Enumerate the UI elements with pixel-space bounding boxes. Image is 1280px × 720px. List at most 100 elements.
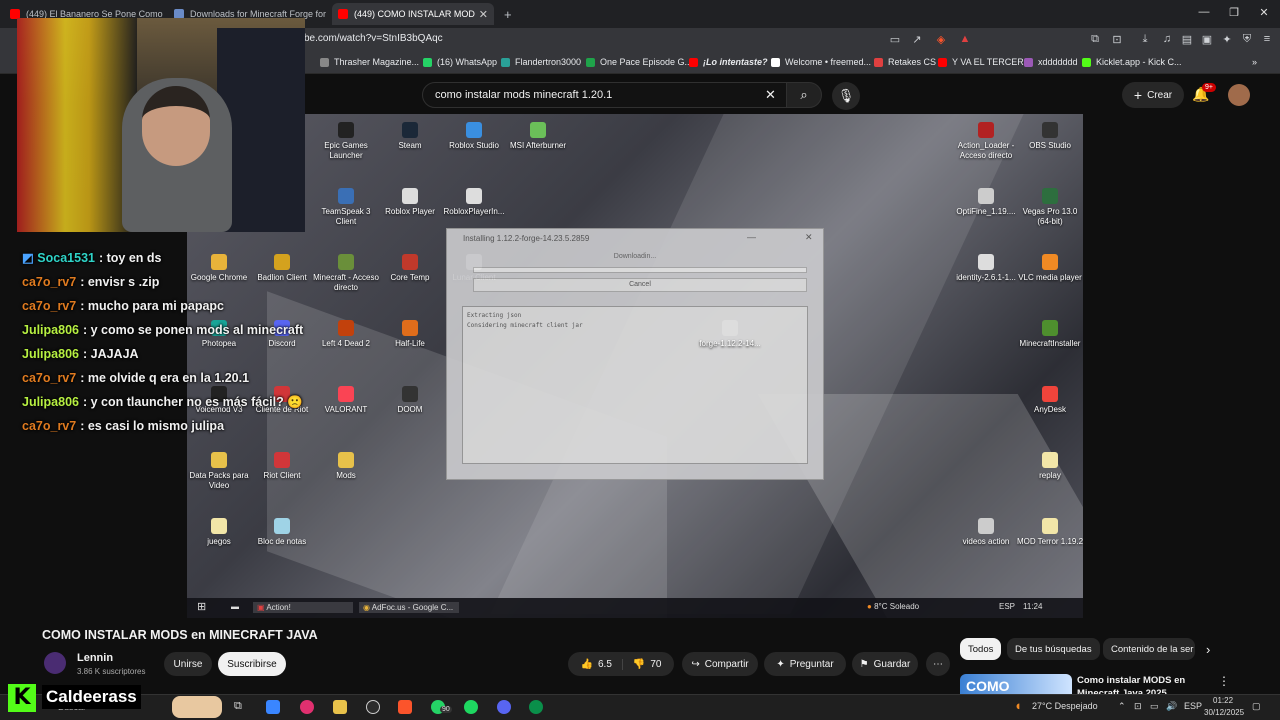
more-actions-icon[interactable]: ⋯ xyxy=(926,652,950,676)
file-explorer-icon[interactable] xyxy=(333,700,347,714)
app-icon[interactable] xyxy=(300,700,314,714)
clock-date[interactable]: 30/12/2025 xyxy=(1204,708,1244,717)
dislike-count: 70 xyxy=(650,658,662,670)
start-icon: ⊞ xyxy=(197,601,207,613)
subscribe-button[interactable]: Suscribirse xyxy=(218,652,286,676)
kebab-menu-icon[interactable]: ⋮ xyxy=(1218,674,1230,688)
join-button[interactable]: Unirse xyxy=(164,652,212,676)
chat-text: : envisr s .zip xyxy=(80,275,160,289)
show-hidden-icons[interactable]: ⌃ xyxy=(1118,701,1126,712)
discord-icon[interactable] xyxy=(497,700,511,714)
spotify-icon[interactable] xyxy=(464,700,478,714)
chat-text: : JAJAJA xyxy=(82,347,139,361)
dialog-close-icon: ✕ xyxy=(805,232,813,242)
share-page-icon[interactable]: ↗ xyxy=(910,33,924,46)
leo-ai-icon[interactable]: ✦ xyxy=(1220,33,1234,46)
search-input[interactable]: como instalar mods minecraft 1.20.1 ✕ xyxy=(422,82,794,108)
dislike-button[interactable]: 👎 70 xyxy=(623,659,662,670)
app-shortcut-icon xyxy=(274,452,290,468)
app-icon[interactable] xyxy=(366,700,380,714)
ask-label: Preguntar xyxy=(789,658,834,670)
brave-rewards-icon[interactable]: ▲ xyxy=(958,33,972,45)
notifications-icon[interactable]: ▢ xyxy=(1252,701,1261,712)
menu-icon[interactable]: ≡ xyxy=(1260,33,1274,45)
bookmark-item[interactable]: Retakes CS xyxy=(874,57,936,67)
chip-from-searches[interactable]: De tus búsquedas xyxy=(1007,638,1100,660)
new-tab-button[interactable]: + xyxy=(498,3,514,25)
network-icon[interactable]: ▭ xyxy=(1150,701,1159,712)
volume-icon[interactable]: 🔊 xyxy=(1166,701,1177,712)
desktop-icon-label: MSI Afterburner xyxy=(509,141,567,150)
app-shortcut-icon xyxy=(338,254,354,270)
chat-message: ca7o_rv7: me olvide q era en la 1.20.1 xyxy=(22,366,322,390)
store-icon[interactable] xyxy=(266,700,280,714)
url-field[interactable]: be.com/watch?v=StnIB3bQAqc xyxy=(304,33,443,44)
brave-browser-icon[interactable] xyxy=(398,700,412,714)
minimize-icon[interactable]: — xyxy=(1194,6,1214,18)
account-avatar[interactable] xyxy=(1228,84,1250,106)
explorer-icon: ▬ xyxy=(231,602,239,611)
bookmark-item[interactable]: One Pace Episode G... xyxy=(586,57,692,67)
brave-shield-icon[interactable]: ◈ xyxy=(934,33,948,46)
create-button[interactable]: + Crear xyxy=(1122,82,1184,108)
save-button[interactable]: ⚑ Guardar xyxy=(852,652,918,676)
like-button[interactable]: 👍 6.5 xyxy=(581,658,623,670)
bookmark-item[interactable]: xddddddd xyxy=(1024,57,1078,67)
thumbnail-text: COMO xyxy=(966,678,1010,694)
extensions-icon[interactable]: ⧉ xyxy=(1088,33,1102,46)
search-button[interactable]: ⌕ xyxy=(786,82,822,108)
bookmark-favicon-icon xyxy=(874,57,883,67)
chip-related[interactable]: Contenido de la ser xyxy=(1103,638,1195,660)
share-button[interactable]: ↪ Compartir xyxy=(682,652,758,676)
bookmark-item[interactable]: Flandertron3000 xyxy=(501,57,581,67)
bookmark-item[interactable]: ¡Lo intentaste? xyxy=(689,57,768,67)
close-window-icon[interactable]: ✕ xyxy=(1254,6,1274,19)
desktop-icon: MOD Terror 1.19.2 xyxy=(1015,518,1083,547)
mod-badge-icon: ◩ xyxy=(22,251,38,265)
progress-bar xyxy=(473,267,807,273)
channel-name[interactable]: Lennin xyxy=(77,652,113,664)
desktop-icon-label: VLC media player xyxy=(1018,273,1082,282)
channel-avatar[interactable] xyxy=(44,652,66,674)
tab-label: (449) COMO INSTALAR MOD xyxy=(354,9,475,19)
wallet-icon[interactable]: ▣ xyxy=(1200,33,1214,46)
cast-icon[interactable]: ▭ xyxy=(888,33,902,46)
app-shortcut-icon xyxy=(402,122,418,138)
voice-search-button[interactable]: 🎙 xyxy=(832,82,860,110)
screenshot-icon[interactable]: ⊡ xyxy=(1110,33,1124,46)
language-indicator[interactable]: ESP xyxy=(1184,701,1202,711)
desktop-icon: VLC media player xyxy=(1015,254,1083,283)
desktop-icon: Core Temp xyxy=(375,254,445,283)
desktop-icon: DOOM xyxy=(375,386,445,415)
download-icon[interactable]: ⤓ xyxy=(1138,33,1152,46)
app-icon[interactable] xyxy=(529,700,543,714)
more-bookmarks-icon[interactable]: » xyxy=(1252,57,1257,67)
clock-time[interactable]: 01:22 xyxy=(1213,696,1233,705)
bookmark-item[interactable]: Thrasher Magazine... xyxy=(320,57,419,67)
media-icon[interactable]: ♫ xyxy=(1160,33,1174,45)
desktop-icon-label: RobloxPlayerIn... xyxy=(443,207,505,216)
bookmark-item[interactable]: Y VA EL TERCERO xyxy=(938,57,1031,67)
restore-icon[interactable]: ❐ xyxy=(1224,6,1244,19)
chat-text: : y con tlauncher no es más fácil? 🙁 xyxy=(82,395,303,409)
chevron-right-icon[interactable]: › xyxy=(1206,642,1210,657)
task-view-icon[interactable]: ⧉ xyxy=(234,700,242,713)
create-label: Crear xyxy=(1147,89,1173,101)
search-icon: ⌕ xyxy=(800,87,808,102)
bookmark-item[interactable]: (16) WhatsApp xyxy=(423,57,497,67)
browser-tab-active[interactable]: (449) COMO INSTALAR MOD ✕ xyxy=(332,3,494,25)
sidebar-icon[interactable]: ▤ xyxy=(1180,33,1194,46)
ask-button[interactable]: ✦ Preguntar xyxy=(764,652,846,676)
bookmark-item[interactable]: Welcome • freemed... xyxy=(771,57,871,67)
chip-all[interactable]: Todos xyxy=(960,638,1002,660)
bookmark-item[interactable]: Kicklet.app - Kick C... xyxy=(1082,57,1182,67)
chat-message: ◩ Soca1531: toy en ds xyxy=(22,246,322,270)
desktop-icon: RobloxPlayerIn... xyxy=(439,188,509,217)
tray-icon[interactable]: ⊡ xyxy=(1134,701,1142,712)
thumbs-down-icon: 👎 xyxy=(632,658,646,670)
vpn-icon[interactable]: ⛨ xyxy=(1240,33,1254,46)
close-tab-icon[interactable]: ✕ xyxy=(479,8,488,21)
weather-text[interactable]: 27°C Despejado xyxy=(1032,701,1098,711)
clear-search-icon[interactable]: ✕ xyxy=(765,87,776,103)
download-status: Downloadin... xyxy=(613,253,657,260)
